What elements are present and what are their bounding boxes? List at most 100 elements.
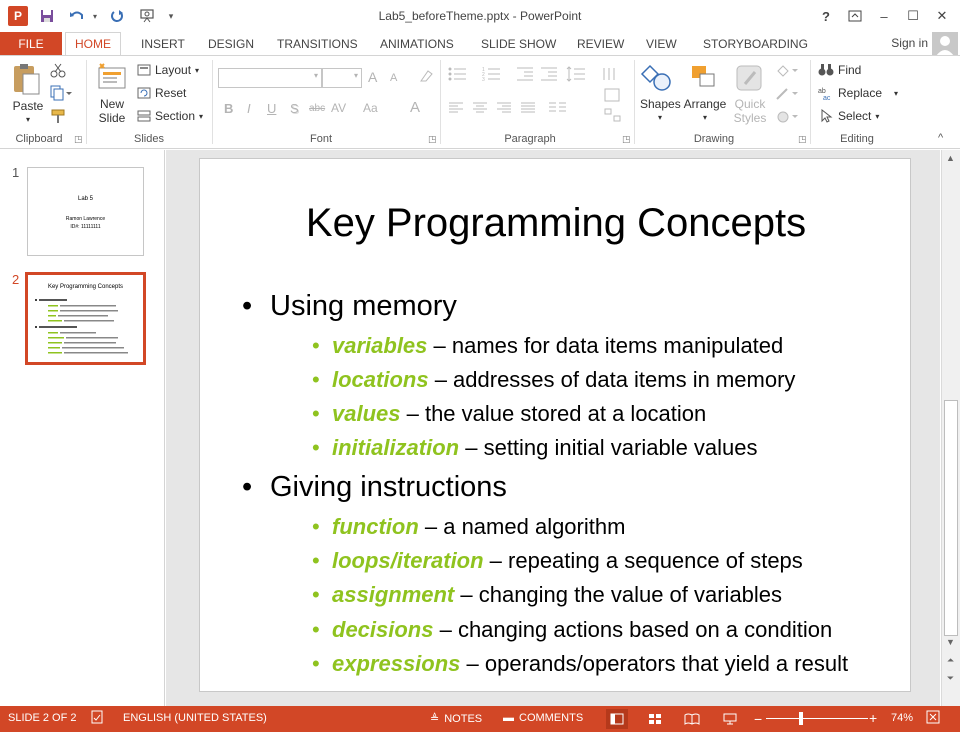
ribbon-display-options-button[interactable] — [843, 6, 867, 26]
shadow-button[interactable]: S — [290, 101, 299, 116]
align-center-icon[interactable] — [472, 101, 488, 118]
tab-insert[interactable]: INSERT — [132, 32, 194, 56]
font-size-combo[interactable]: ▾ — [322, 68, 362, 88]
clear-formatting-icon[interactable] — [418, 69, 434, 86]
scroll-up-icon[interactable]: ▲ — [942, 150, 959, 166]
strikethrough-button[interactable]: abc — [309, 103, 325, 114]
vertical-scrollbar[interactable]: ▲ ▼ ⏶ ⏷ — [941, 150, 960, 706]
minimize-button[interactable]: – — [872, 6, 896, 26]
align-text-icon[interactable] — [604, 88, 622, 105]
clipboard-launcher-icon[interactable]: ◳ — [74, 134, 83, 145]
help-button[interactable]: ? — [814, 6, 838, 26]
find-button[interactable]: Find — [818, 63, 861, 77]
maximize-button[interactable]: ☐ — [901, 6, 925, 26]
language-indicator[interactable]: ENGLISH (UNITED STATES) — [123, 712, 267, 724]
sign-in-link[interactable]: Sign in — [891, 36, 928, 50]
select-button[interactable]: Select ▾ — [818, 109, 879, 123]
tab-storyboarding[interactable]: STORYBOARDING — [694, 32, 817, 56]
paste-button[interactable]: Paste ▾ — [10, 62, 46, 124]
tab-slide-show[interactable]: SLIDE SHOW — [472, 32, 565, 56]
tab-file[interactable]: FILE — [0, 32, 62, 56]
underline-button[interactable]: U — [267, 101, 276, 116]
tab-design[interactable]: DESIGN — [199, 32, 263, 56]
slide-canvas[interactable]: Key Programming Concepts • Using memory … — [199, 158, 911, 692]
tab-animations[interactable]: ANIMATIONS — [371, 32, 463, 56]
scrollbar-thumb[interactable] — [944, 400, 958, 636]
new-slide-button[interactable]: New Slide — [92, 62, 132, 130]
zoom-slider-thumb[interactable] — [799, 712, 803, 725]
slide-thumbnail-2[interactable]: Key Programming Concepts — [25, 272, 146, 365]
shape-outline-icon[interactable] — [775, 87, 799, 104]
scroll-down-icon[interactable]: ▼ — [942, 634, 959, 650]
paragraph-launcher-icon[interactable]: ◳ — [622, 134, 631, 145]
slide-show-icon[interactable] — [719, 709, 741, 729]
bullet-level2-item[interactable]: • locations – addresses of data items in… — [312, 367, 795, 393]
increase-indent-icon[interactable] — [540, 66, 558, 85]
font-color-button[interactable]: A — [410, 99, 420, 116]
smartart-icon[interactable] — [604, 108, 622, 125]
shapes-button[interactable]: Shapes ▾ — [640, 62, 681, 130]
next-slide-icon[interactable]: ⏷ — [942, 670, 959, 686]
align-right-icon[interactable] — [496, 101, 512, 118]
reading-view-icon[interactable] — [681, 709, 703, 729]
line-spacing-icon[interactable] — [566, 66, 586, 85]
justify-icon[interactable] — [520, 101, 536, 118]
bullet-level2-item[interactable]: • loops/iteration – repeating a sequence… — [312, 548, 803, 574]
zoom-out-button[interactable]: − — [754, 711, 762, 727]
bullet-level2-item[interactable]: • initialization – setting initial varia… — [312, 435, 758, 461]
font-launcher-icon[interactable]: ◳ — [428, 134, 437, 145]
copy-icon[interactable] — [50, 85, 72, 104]
notes-button[interactable]: ≜ NOTES — [430, 712, 482, 726]
drawing-launcher-icon[interactable]: ◳ — [798, 134, 807, 145]
grow-font-icon[interactable]: A — [368, 69, 377, 85]
decrease-indent-icon[interactable] — [516, 66, 534, 85]
format-painter-icon[interactable] — [50, 108, 66, 127]
zoom-slider-track[interactable] — [766, 718, 868, 719]
shape-effects-icon[interactable] — [775, 110, 799, 127]
slide-thumbnail-1[interactable]: Lab 5 Ramon Lawrence ID#: 11111111 — [27, 167, 144, 256]
fit-slide-icon[interactable] — [926, 710, 940, 724]
tab-view[interactable]: VIEW — [637, 32, 686, 56]
change-case-button[interactable]: Aa — [363, 101, 378, 115]
bullet-level2-item[interactable]: • decisions – changing actions based on … — [312, 617, 832, 643]
zoom-level[interactable]: 74% — [891, 712, 913, 724]
zoom-in-button[interactable]: + — [869, 710, 877, 726]
bullet-level2-item[interactable]: • assignment – changing the value of var… — [312, 582, 782, 608]
bullet-level2-item[interactable]: • values – the value stored at a locatio… — [312, 401, 706, 427]
shape-fill-icon[interactable] — [775, 64, 799, 81]
layout-button[interactable]: Layout ▾ — [137, 63, 199, 77]
bullet-level2-item[interactable]: • expressions – operands/operators that … — [312, 651, 848, 677]
collapse-ribbon-icon[interactable]: ^ — [938, 132, 943, 144]
font-family-combo[interactable]: ▾ — [218, 68, 322, 88]
reset-button[interactable]: Reset — [137, 86, 186, 100]
numbering-icon[interactable]: 123 — [482, 66, 502, 85]
align-left-icon[interactable] — [448, 101, 464, 118]
text-direction-icon[interactable] — [600, 66, 618, 85]
replace-button[interactable]: ab ac Replace ▾ — [818, 86, 898, 100]
avatar[interactable] — [932, 32, 958, 56]
bullets-icon[interactable] — [448, 66, 468, 85]
arrange-button[interactable]: Arrange ▾ — [683, 62, 727, 130]
comments-button[interactable]: ▬ COMMENTS — [503, 712, 583, 724]
tab-review[interactable]: REVIEW — [568, 32, 633, 56]
bullet-level2-item[interactable]: • variables – names for data items manip… — [312, 333, 783, 359]
close-button[interactable]: ✕ — [930, 6, 954, 26]
bold-button[interactable]: B — [224, 101, 233, 116]
normal-view-icon[interactable] — [606, 709, 628, 729]
bullet-level1-item[interactable]: • Using memory — [242, 290, 457, 323]
bullet-level1-item[interactable]: • Giving instructions — [242, 471, 507, 504]
shrink-font-icon[interactable]: A — [390, 72, 397, 84]
tab-home[interactable]: HOME — [65, 32, 121, 56]
previous-slide-icon[interactable]: ⏶ — [942, 652, 959, 668]
bullet-level2-item[interactable]: • function – a named algorithm — [312, 514, 625, 540]
tab-transitions[interactable]: TRANSITIONS — [268, 32, 367, 56]
slide-sorter-icon[interactable] — [644, 709, 666, 729]
columns-icon[interactable] — [548, 101, 568, 118]
quick-styles-button[interactable]: Quick Styles — [728, 62, 772, 130]
slide-title[interactable]: Key Programming Concepts — [200, 201, 910, 246]
italic-button[interactable]: I — [247, 101, 251, 116]
spelling-check-icon[interactable] — [90, 710, 104, 724]
character-spacing-button[interactable]: AV — [331, 101, 346, 115]
cut-icon[interactable] — [50, 62, 66, 81]
section-button[interactable]: Section ▾ — [137, 109, 203, 123]
